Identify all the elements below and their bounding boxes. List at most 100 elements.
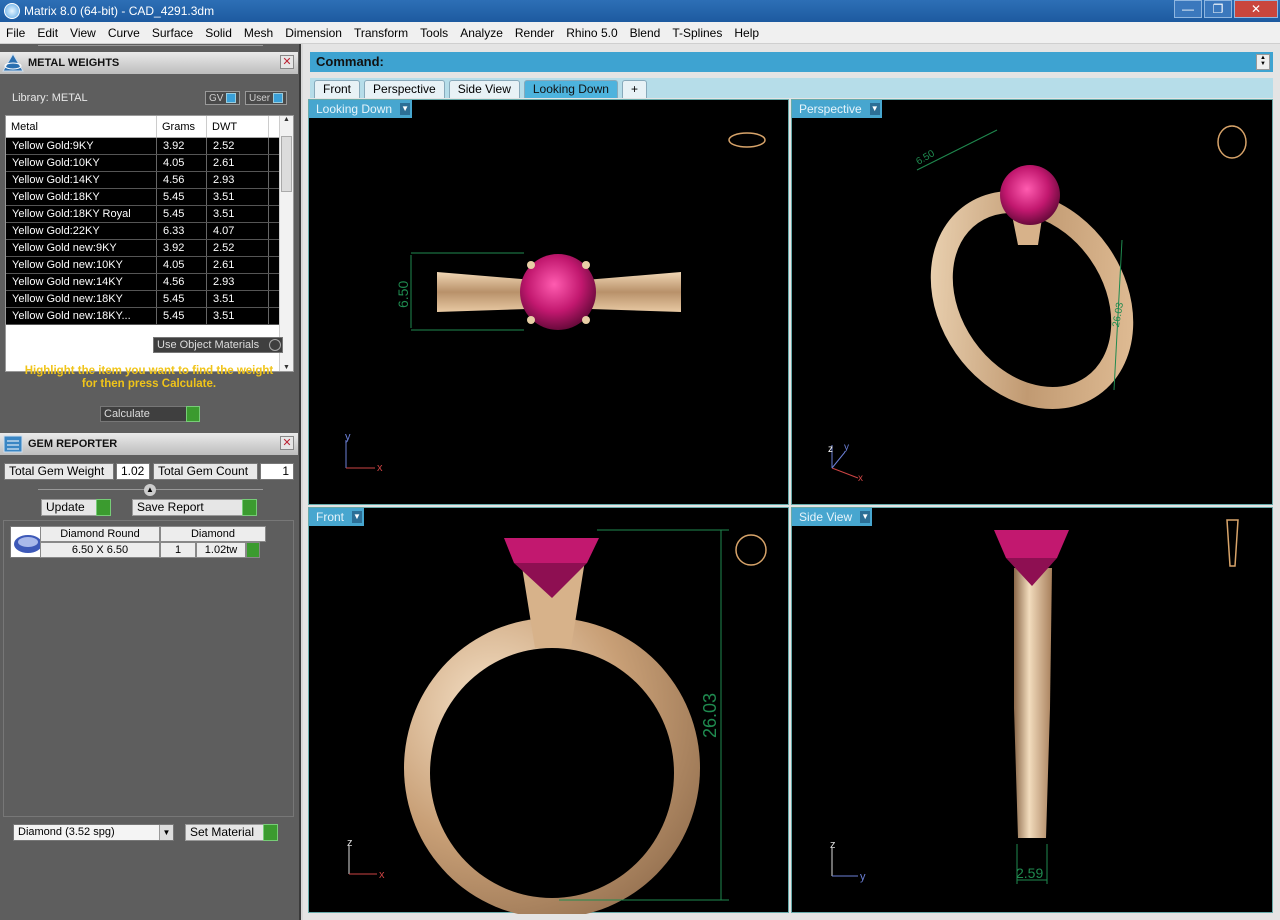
tab-front[interactable]: Front <box>314 80 361 98</box>
table-row[interactable]: Yellow Gold:22KY 6.33 4.07 <box>6 223 293 240</box>
tab-side-view[interactable]: Side View <box>448 80 520 98</box>
viewport-looking-down[interactable]: Looking Down ▼ 6.50 y x <box>308 99 789 505</box>
gem-size: 6.50 X 6.50 <box>40 542 160 558</box>
main-area: Command: ▲ ▼ Front Perspective Side View … <box>303 44 1280 920</box>
table-row[interactable]: Yellow Gold new:9KY 3.92 2.52 <box>6 240 293 257</box>
set-material-button[interactable]: Set Material <box>185 824 278 841</box>
metal-name-cell: Yellow Gold:14KY <box>6 172 157 188</box>
metal-weights-title: METAL WEIGHTS <box>28 57 120 69</box>
title-bar: Matrix 8.0 (64-bit) - CAD_4291.3dm — ❐ ✕ <box>0 0 1280 22</box>
ring-perspective-view: 6.50 26.03 z y x <box>828 125 1247 484</box>
gem-shape: Diamond Round <box>40 526 160 542</box>
table-row[interactable]: Yellow Gold new:18KY... 5.45 3.51 <box>6 308 293 325</box>
collapse-icon[interactable]: ▲ <box>144 484 156 496</box>
menu-analyze[interactable]: Analyze <box>454 26 509 40</box>
gem-play-icon[interactable] <box>246 542 260 558</box>
menu-bar: File Edit View Curve Surface Solid Mesh … <box>0 22 1280 44</box>
menu-solid[interactable]: Solid <box>199 26 238 40</box>
table-row[interactable]: Yellow Gold:14KY 4.56 2.93 <box>6 172 293 189</box>
menu-rhino[interactable]: Rhino 5.0 <box>560 26 623 40</box>
menu-mesh[interactable]: Mesh <box>238 26 279 40</box>
metal-name-cell: Yellow Gold new:18KY... <box>6 308 157 324</box>
minimize-button[interactable]: — <box>1174 0 1202 18</box>
play-icon <box>186 406 200 422</box>
maximize-button[interactable]: ❐ <box>1204 0 1232 18</box>
menu-transform[interactable]: Transform <box>348 26 414 40</box>
user-toggle[interactable]: User <box>245 91 288 105</box>
menu-help[interactable]: Help <box>728 26 765 40</box>
axis-z-label: z <box>347 837 353 849</box>
table-row[interactable]: Yellow Gold:9KY 3.92 2.52 <box>6 138 293 155</box>
viewport-side-view[interactable]: Side View ▼ 2.59 z y <box>791 507 1273 913</box>
gem-row[interactable]: Diamond Round Diamond 6.50 X 6.50 1 1.02… <box>40 526 268 558</box>
gem-type: Diamond <box>160 526 266 542</box>
hint-line-2: for then press Calculate. <box>81 378 217 390</box>
tab-looking-down[interactable]: Looking Down <box>523 80 618 98</box>
metal-name-cell: Yellow Gold new:10KY <box>6 257 157 273</box>
scroll-up-icon[interactable]: ▲ <box>280 116 293 123</box>
menu-surface[interactable]: Surface <box>146 26 199 40</box>
table-row[interactable]: Yellow Gold:18KY Royal 5.45 3.51 <box>6 206 293 223</box>
calculate-button[interactable]: Calculate <box>100 406 200 422</box>
menu-render[interactable]: Render <box>509 26 560 40</box>
play-icon <box>96 499 111 516</box>
library-label: Library: METAL <box>12 92 88 104</box>
menu-file[interactable]: File <box>0 26 31 40</box>
ring-thumbnail-icon <box>1217 125 1247 159</box>
total-gem-weight-label: Total Gem Weight <box>4 463 114 480</box>
tab-perspective[interactable]: Perspective <box>364 80 445 98</box>
save-report-button[interactable]: Save Report <box>132 499 257 516</box>
dwt-cell: 3.51 <box>207 291 269 307</box>
column-grams[interactable]: Grams <box>157 116 207 137</box>
panel-splitter[interactable] <box>38 45 263 48</box>
viewport-front[interactable]: Front ▼ 26.03 z x <box>308 507 789 914</box>
table-row[interactable]: Yellow Gold new:10KY 4.05 2.61 <box>6 257 293 274</box>
add-tab-icon[interactable]: + <box>621 80 647 98</box>
user-toggle-label: User <box>249 92 271 104</box>
table-row[interactable]: Yellow Gold new:14KY 4.56 2.93 <box>6 274 293 291</box>
gem-list: Diamond Round Diamond 6.50 X 6.50 1 1.02… <box>3 520 294 817</box>
metal-name-cell: Yellow Gold:9KY <box>6 138 157 154</box>
metal-table-scrollbar[interactable]: ▲ ▼ <box>279 116 293 371</box>
command-line[interactable]: Command: <box>310 52 1273 72</box>
table-row[interactable]: Yellow Gold new:18KY 5.45 3.51 <box>6 291 293 308</box>
update-button[interactable]: Update <box>41 499 111 516</box>
grams-cell: 4.56 <box>157 172 207 188</box>
ring-thumbnail-icon <box>728 132 766 148</box>
close-icon[interactable]: ✕ <box>280 55 294 69</box>
close-button[interactable]: ✕ <box>1234 0 1278 18</box>
material-select[interactable]: Diamond (3.52 spg) ▼ <box>13 824 174 841</box>
column-dwt[interactable]: DWT <box>207 116 269 137</box>
column-metal[interactable]: Metal <box>6 116 157 137</box>
diamond-gem-icon <box>10 526 44 558</box>
scroll-thumb[interactable] <box>281 136 292 192</box>
metal-name-cell: Yellow Gold new:14KY <box>6 274 157 290</box>
table-row[interactable]: Yellow Gold:10KY 4.05 2.61 <box>6 155 293 172</box>
axis-x-label: x <box>377 462 383 474</box>
viewport-perspective[interactable]: Perspective ▼ 6.50 26.03 z y x <box>791 99 1273 505</box>
grams-cell: 5.45 <box>157 308 207 324</box>
close-icon[interactable]: ✕ <box>280 436 294 450</box>
gv-toggle-label: GV <box>209 92 224 104</box>
dwt-cell: 4.07 <box>207 223 269 239</box>
use-object-materials-checkbox[interactable]: Use Object Materials <box>153 337 283 353</box>
menu-edit[interactable]: Edit <box>31 26 64 40</box>
metal-name-cell: Yellow Gold:22KY <box>6 223 157 239</box>
metal-name-cell: Yellow Gold new:18KY <box>6 291 157 307</box>
axis-y-label: y <box>345 431 351 443</box>
axis-y-label: y <box>844 442 849 453</box>
axis-x-label: x <box>858 473 863 484</box>
table-row[interactable]: Yellow Gold:18KY 5.45 3.51 <box>6 189 293 206</box>
menu-tsplines[interactable]: T-Splines <box>666 26 728 40</box>
menu-blend[interactable]: Blend <box>624 26 667 40</box>
command-scroll-icon[interactable]: ▲ ▼ <box>1256 54 1270 70</box>
dwt-cell: 2.61 <box>207 155 269 171</box>
menu-dimension[interactable]: Dimension <box>279 26 348 40</box>
total-gem-count-label: Total Gem Count <box>153 463 258 480</box>
menu-curve[interactable]: Curve <box>102 26 146 40</box>
menu-tools[interactable]: Tools <box>414 26 454 40</box>
menu-view[interactable]: View <box>64 26 102 40</box>
gv-toggle[interactable]: GV <box>205 91 241 105</box>
checkbox-icon <box>269 339 281 351</box>
metal-weights-icon <box>2 53 24 72</box>
